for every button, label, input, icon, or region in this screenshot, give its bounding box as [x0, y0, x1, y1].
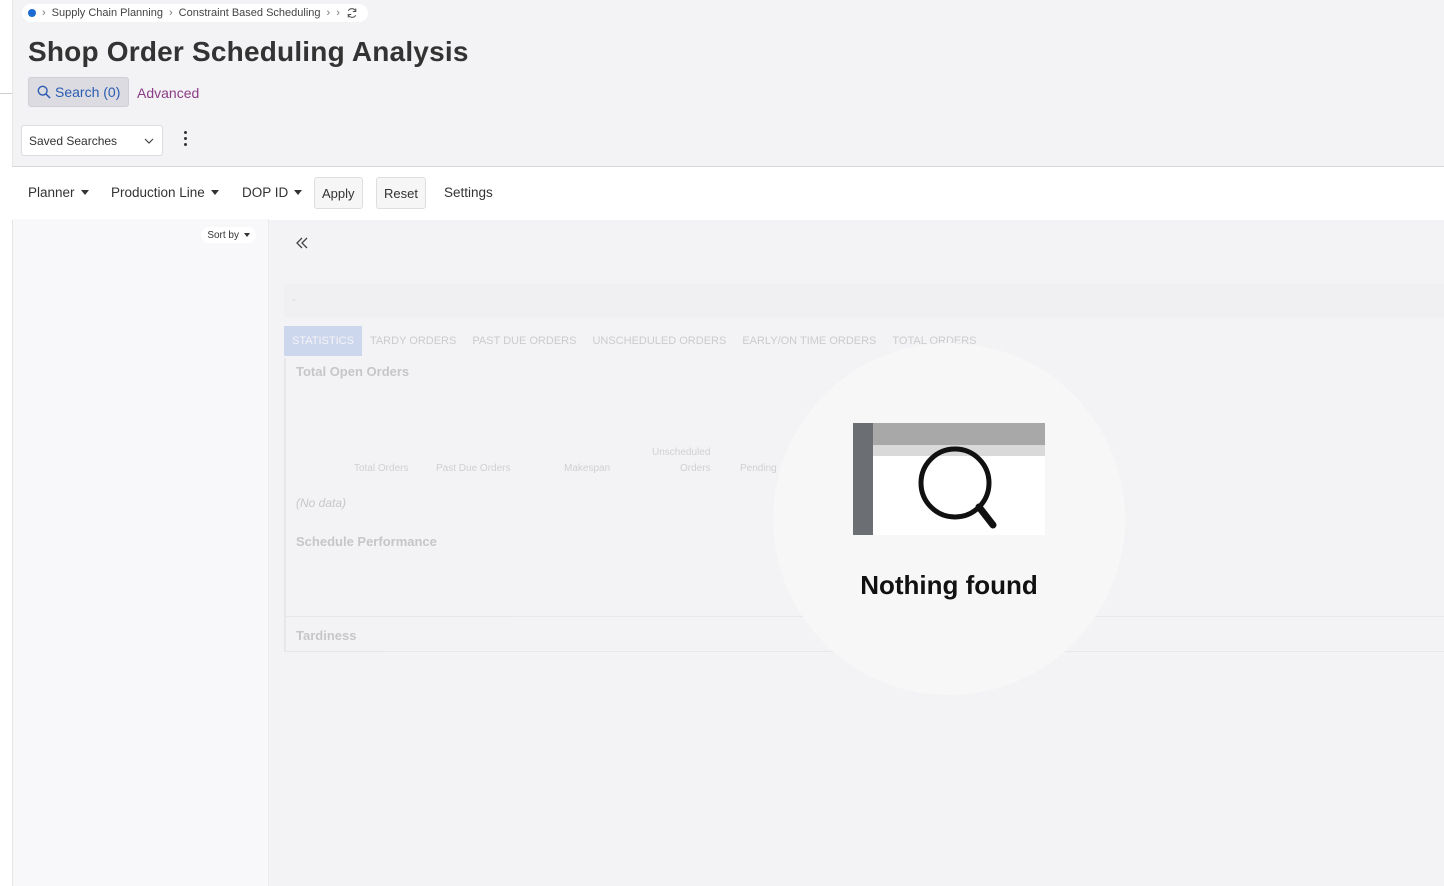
- advanced-search-link[interactable]: Advanced: [137, 85, 199, 101]
- caret-down-icon: [210, 190, 219, 195]
- chart-label-past-due-orders: Past Due Orders: [436, 463, 511, 474]
- breadcrumb: › Supply Chain Planning › Constraint Bas…: [22, 4, 368, 22]
- tab-early-on-time-orders[interactable]: EARLY/ON TIME ORDERS: [734, 326, 884, 356]
- home-dot-icon[interactable]: [28, 9, 36, 17]
- total-open-orders-title: Total Open Orders: [296, 364, 410, 379]
- search-button-label: Search (0): [55, 84, 121, 100]
- breadcrumb-item-constraint-based-scheduling[interactable]: Constraint Based Scheduling: [179, 7, 321, 19]
- chevron-right-icon: ›: [168, 7, 173, 19]
- chevron-right-icon: ›: [326, 7, 331, 19]
- chart-label-pending: Pending: [740, 463, 777, 474]
- planner-filter-label: Planner: [28, 185, 75, 200]
- refresh-icon[interactable]: [346, 7, 358, 19]
- saved-searches-label: Saved Searches: [29, 133, 118, 148]
- tab-strip: STATISTICS TARDY ORDERS PAST DUE ORDERS …: [284, 326, 985, 356]
- caret-down-icon: [80, 190, 89, 195]
- caret-down-icon: [244, 233, 250, 237]
- sort-by-label: Sort by: [207, 229, 239, 241]
- empty-table-search-icon: [853, 423, 1045, 535]
- tab-past-due-orders[interactable]: PAST DUE ORDERS: [464, 326, 584, 356]
- chevron-right-icon[interactable]: ›: [336, 7, 340, 19]
- left-rail: [0, 0, 13, 886]
- tab-unscheduled-orders[interactable]: UNSCHEDULED ORDERS: [584, 326, 734, 356]
- chevron-down-icon: [144, 138, 154, 144]
- no-data-text: (No data): [296, 496, 347, 510]
- chart-label-unscheduled: Unscheduled: [652, 447, 711, 458]
- page-title: Shop Order Scheduling Analysis: [28, 36, 469, 67]
- side-panel: Sort by: [13, 219, 269, 886]
- rail-divider: [0, 93, 12, 94]
- planner-filter[interactable]: Planner: [28, 185, 89, 200]
- chevron-right-icon: ›: [42, 7, 46, 19]
- saved-searches-dropdown[interactable]: Saved Searches: [21, 125, 163, 156]
- more-options-icon[interactable]: [180, 131, 190, 151]
- filter-bar: Planner Production Line DOP ID Apply Res…: [12, 166, 1444, 220]
- tardiness-title: Tardiness: [296, 628, 357, 643]
- apply-button[interactable]: Apply: [314, 177, 363, 209]
- double-chevron-left-icon[interactable]: [294, 235, 310, 251]
- tab-tardy-orders[interactable]: TARDY ORDERS: [362, 326, 464, 356]
- sort-by-dropdown[interactable]: Sort by: [201, 227, 256, 243]
- caret-down-icon: [294, 190, 303, 195]
- dop-id-filter[interactable]: DOP ID: [242, 185, 303, 200]
- search-button[interactable]: Search (0): [28, 77, 130, 107]
- nothing-found-message: Nothing found: [860, 570, 1038, 600]
- chart-label-total-orders: Total Orders: [354, 463, 409, 474]
- dop-id-filter-label: DOP ID: [242, 185, 289, 200]
- search-icon: [37, 85, 51, 99]
- production-line-filter[interactable]: Production Line: [111, 185, 219, 200]
- chart-label-makespan: Makespan: [564, 463, 611, 474]
- reset-button[interactable]: Reset: [376, 177, 426, 209]
- breadcrumb-item-supply-chain-planning[interactable]: Supply Chain Planning: [52, 7, 163, 19]
- settings-link[interactable]: Settings: [444, 185, 493, 200]
- content-header: -: [284, 284, 1444, 318]
- schedule-performance-title: Schedule Performance: [296, 534, 437, 549]
- production-line-filter-label: Production Line: [111, 185, 205, 200]
- chart-label-orders: Orders: [680, 463, 711, 474]
- tab-statistics[interactable]: STATISTICS: [284, 326, 362, 356]
